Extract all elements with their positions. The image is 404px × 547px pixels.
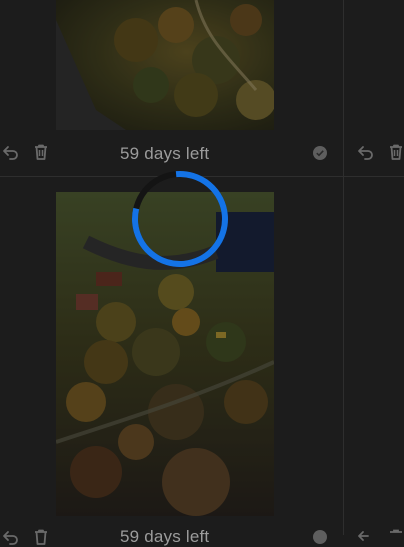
undo-arrow-icon[interactable] bbox=[357, 143, 375, 161]
column-divider bbox=[343, 0, 344, 535]
trash-icon[interactable] bbox=[32, 143, 50, 161]
trash-icon[interactable] bbox=[387, 143, 404, 161]
spinner-icon bbox=[131, 170, 229, 268]
trash-icon[interactable] bbox=[387, 528, 404, 546]
undo-arrow-icon[interactable] bbox=[357, 528, 375, 546]
expiry-label: 59 days left bbox=[120, 144, 210, 163]
trash-icon[interactable] bbox=[32, 528, 50, 546]
undo-arrow-icon[interactable] bbox=[2, 528, 20, 546]
circle-check-icon[interactable] bbox=[311, 144, 329, 162]
deleted-photo-thumbnail-1[interactable] bbox=[56, 0, 274, 130]
circle-check-icon[interactable] bbox=[311, 528, 329, 546]
expiry-label: 59 days left bbox=[120, 527, 210, 546]
undo-arrow-icon[interactable] bbox=[2, 143, 20, 161]
